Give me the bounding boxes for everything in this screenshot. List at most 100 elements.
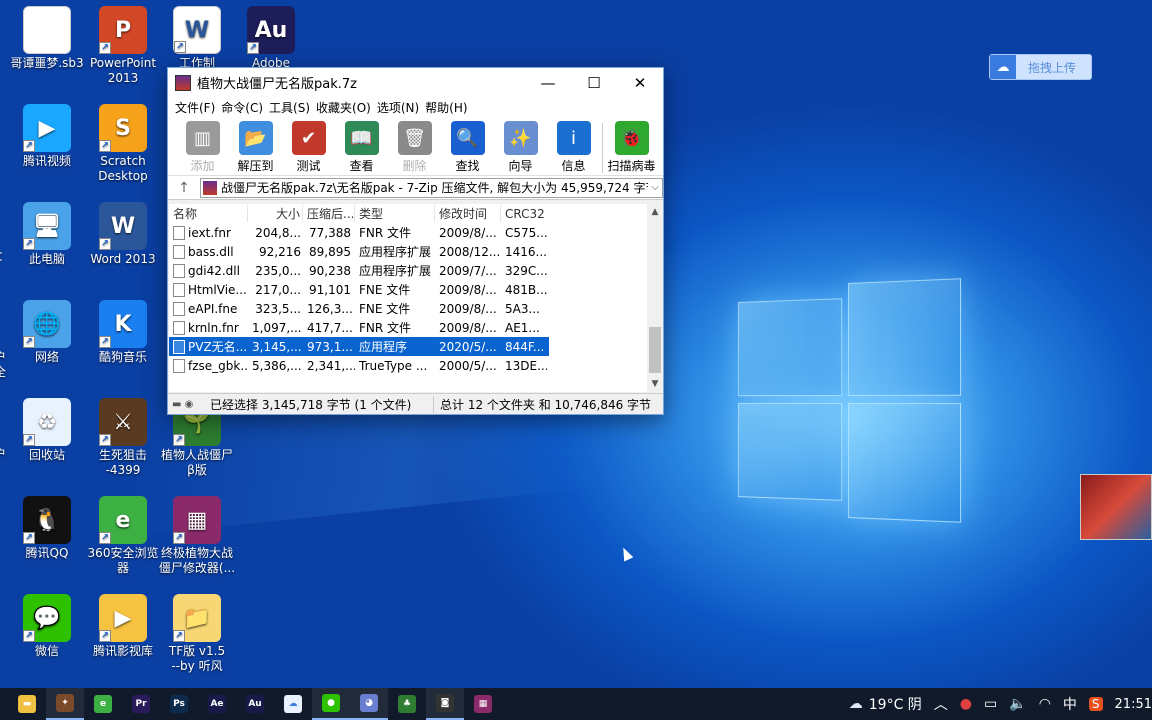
weather-text[interactable]: 19°C 阴 xyxy=(869,694,922,714)
menu-item[interactable]: 命令(C) xyxy=(218,99,266,116)
record-icon[interactable]: ● xyxy=(960,696,972,712)
column-header[interactable]: 修改时间 xyxy=(435,205,501,222)
taskbar-app[interactable]: ♣ xyxy=(388,688,426,720)
desktop-shortcut[interactable]: 🖥 ↗ 此电脑 xyxy=(8,202,86,267)
shortcut-arrow-icon: ↗ xyxy=(23,336,35,348)
cell-name: gdi42.dll xyxy=(169,264,248,278)
scroll-thumb[interactable] xyxy=(649,327,661,373)
column-header[interactable]: CRC32 xyxy=(501,207,547,221)
cell-type: FNR 文件 xyxy=(355,224,435,241)
desktop-shortcut[interactable]: e ↗ 360安全浏览 器 xyxy=(84,496,162,576)
vertical-scrollbar[interactable]: ▲ ▼ xyxy=(647,204,663,392)
table-row[interactable]: gdi42.dll 235,0... 90,238 应用程序扩展 2009/7/... 3… xyxy=(169,261,663,280)
desktop-shortcut[interactable]: Au ↗ Adobe xyxy=(232,6,310,71)
toolbar: ▥ 添加 📂 解压到 ✔ 测试 📖 查看 🗑 删除 🔍 查找 ✨ 向导 i 信息 🐞 扫描病毒 xyxy=(168,118,663,176)
info-button[interactable]: i 信息 xyxy=(547,121,600,175)
desktop-shortcut[interactable]: W ↗ 工作制 xyxy=(158,6,236,71)
chevron-up-icon[interactable]: ︿ xyxy=(934,694,948,714)
shortcut-arrow-icon: ↗ xyxy=(99,630,111,642)
after-effects-icon: Ae xyxy=(208,695,226,713)
camera-app-icon: ◙ xyxy=(436,694,454,712)
clock[interactable]: 21:51 xyxy=(1115,697,1152,712)
desktop-shortcut[interactable]: ▶ ↗ 腾讯影视库 xyxy=(84,594,162,659)
battery-icon[interactable]: ▭ xyxy=(984,696,997,712)
close-button[interactable]: ✕ xyxy=(617,68,663,97)
desktop-shortcut[interactable]: S ↗ Scratch Desktop xyxy=(84,104,162,184)
shortcut-arrow-icon: ↗ xyxy=(173,532,185,544)
winrar-taskbar-icon: ▦ xyxy=(474,695,492,713)
desktop-shortcut[interactable]: 🐧 ↗ 腾讯QQ xyxy=(8,496,86,561)
taskbar-app[interactable]: ◕ xyxy=(350,688,388,720)
scan-virus-button[interactable]: 🐞 扫描病毒 xyxy=(605,121,658,175)
cell-packed: 973,1... xyxy=(303,340,355,354)
menu-item[interactable]: 工具(S) xyxy=(266,99,313,116)
maximize-button[interactable]: ☐ xyxy=(571,68,617,97)
floating-widget-image[interactable] xyxy=(1080,474,1152,540)
scroll-down-icon[interactable]: ▼ xyxy=(647,376,663,392)
shortcut-arrow-icon: ↗ xyxy=(23,140,35,152)
delete-button[interactable]: 🗑 删除 xyxy=(388,121,441,175)
desktop-shortcut[interactable]: P ↗ PowerPoint 2013 xyxy=(84,6,162,86)
scroll-up-icon[interactable]: ▲ xyxy=(647,204,663,220)
sogou-icon[interactable]: S xyxy=(1089,697,1103,711)
view-button[interactable]: 📖 查看 xyxy=(335,121,388,175)
weather-icon[interactable]: ☁ xyxy=(849,696,863,712)
taskbar-app[interactable]: ◙ xyxy=(426,688,464,720)
drag-upload-button[interactable]: ☁ 拖拽上传 xyxy=(989,54,1092,80)
desktop-shortcut[interactable]: 哥谭噩梦.sb3 xyxy=(8,6,86,71)
ime-indicator[interactable]: 中 xyxy=(1063,694,1077,714)
desktop-shortcut[interactable]: 🌐 ↗ 网络 xyxy=(8,300,86,365)
table-row[interactable]: bass.dll 92,216 89,895 应用程序扩展 2008/12... 1416… xyxy=(169,242,663,261)
menu-item[interactable]: 文件(F) xyxy=(172,99,218,116)
desktop-shortcut[interactable]: ▶ ↗ 腾讯视频 xyxy=(8,104,86,169)
taskbar-app[interactable]: ☁ xyxy=(274,688,312,720)
taskbar-app[interactable]: Ps xyxy=(160,688,198,720)
column-header[interactable]: 类型 xyxy=(355,205,435,222)
wizard-button[interactable]: ✨ 向导 xyxy=(494,121,547,175)
table-row[interactable]: HtmlVie... 217,0... 91,101 FNE 文件 2009/8/...… xyxy=(169,280,663,299)
table-row[interactable]: iext.fnr 204,8... 77,388 FNR 文件 2009/8/... C5… xyxy=(169,223,663,242)
powerpoint-icon: P ↗ xyxy=(99,6,147,54)
taskbar-app[interactable]: ▦ xyxy=(464,688,502,720)
taskbar-app[interactable]: Pr xyxy=(122,688,160,720)
menu-item[interactable]: 帮助(H) xyxy=(422,99,470,116)
table-row[interactable]: eAPI.fne 323,5... 126,3... FNE 文件 2009/8/...… xyxy=(169,299,663,318)
column-header[interactable]: 名称 xyxy=(169,205,248,222)
table-row[interactable]: PVZ无名... 3,145,... 973,1... 应用程序 2020/5/... 8… xyxy=(169,337,549,356)
minimize-button[interactable]: — xyxy=(525,68,571,97)
path-combobox[interactable]: 战僵尸无名版pak.7z\无名版pak - 7-Zip 压缩文件, 解包大小为 … xyxy=(200,178,663,198)
desktop-shortcut[interactable]: 📁 ↗ TF版 v1.5 --by 听风 xyxy=(158,594,236,674)
partial-label: C xyxy=(0,250,8,265)
desktop-shortcut[interactable]: K ↗ 酷狗音乐 xyxy=(84,300,162,365)
desktop-shortcut[interactable]: 💬 ↗ 微信 xyxy=(8,594,86,659)
find-button[interactable]: 🔍 查找 xyxy=(441,121,494,175)
taskbar-app[interactable]: Ae xyxy=(198,688,236,720)
archive-icon: ▥ xyxy=(186,121,220,155)
up-arrow-icon[interactable]: ↑ xyxy=(168,180,200,196)
title-bar[interactable]: 植物大战僵尸无名版pak.7z — ☐ ✕ xyxy=(168,68,663,97)
menu-item[interactable]: 收藏夹(O) xyxy=(313,99,374,116)
shortcut-arrow-icon: ↗ xyxy=(99,532,111,544)
taskbar-app[interactable]: ● xyxy=(312,688,350,720)
add-button[interactable]: ▥ 添加 xyxy=(176,121,229,175)
table-row[interactable]: krnln.fnr 1,097,... 417,7... FNR 文件 2009/8/.… xyxy=(169,318,663,337)
pvz-taskbar-icon: ✦ xyxy=(56,694,74,712)
desktop-shortcut[interactable]: W ↗ Word 2013 xyxy=(84,202,162,267)
menu-item[interactable]: 选项(N) xyxy=(374,99,422,116)
taskbar-app[interactable]: e xyxy=(84,688,122,720)
column-header[interactable]: 大小 xyxy=(248,205,303,222)
volume-icon[interactable]: 🔈 xyxy=(1009,696,1026,712)
extract-to-button[interactable]: 📂 解压到 xyxy=(229,121,282,175)
column-header[interactable]: 压缩后... xyxy=(303,205,355,222)
test-button[interactable]: ✔ 测试 xyxy=(282,121,335,175)
taskbar-app[interactable]: Au xyxy=(236,688,274,720)
chevron-down-icon[interactable]: ⌵ xyxy=(648,182,662,193)
desktop-shortcut[interactable]: ♻ ↗ 回收站 xyxy=(8,398,86,463)
toolbar-label: 测试 xyxy=(282,157,335,174)
table-row[interactable]: fzse_gbk... 5,386,... 2,341,... TrueType ..… xyxy=(169,356,663,375)
desktop-shortcut[interactable]: ⚔ ↗ 生死狙击 -4399 xyxy=(84,398,162,478)
desktop-shortcut[interactable]: ▦ ↗ 终极植物大战 僵尸修改器(... xyxy=(158,496,236,576)
wifi-icon[interactable]: ◠ xyxy=(1039,696,1051,712)
taskbar-app[interactable]: ▬ xyxy=(8,688,46,720)
taskbar-app[interactable]: ✦ xyxy=(46,688,84,720)
